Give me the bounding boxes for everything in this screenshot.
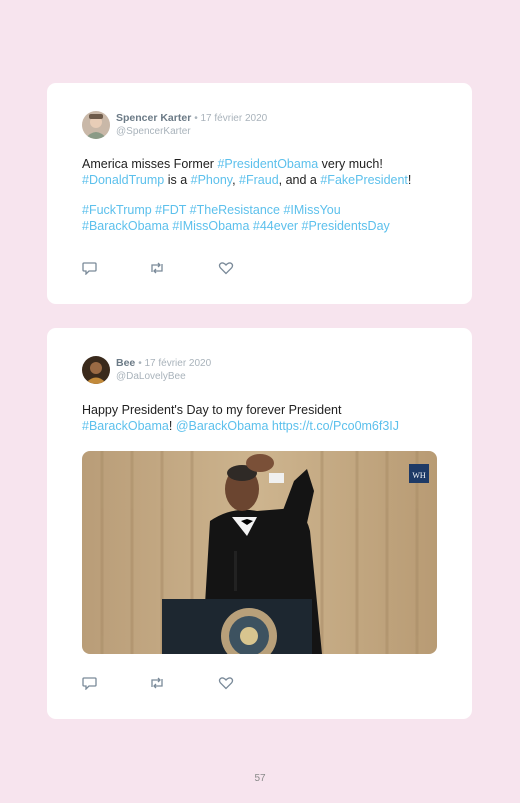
mention-link[interactable]: @BarackObama: [176, 419, 269, 433]
hashtag-line[interactable]: #FuckTrump #FDT #TheResistance #IMissYou: [82, 202, 452, 218]
tweet-header: Bee • 17 février 2020 @DaLovelyBee: [116, 357, 211, 383]
text-segment: , and a: [278, 173, 321, 187]
text-segment: America misses Former: [82, 157, 218, 171]
like-icon[interactable]: [218, 261, 234, 275]
text-line: #BarackObama! @BarackObama https://t.co/…: [82, 418, 452, 434]
text-segment: ,: [232, 173, 240, 187]
tweet-date[interactable]: • 17 février 2020: [194, 113, 267, 124]
avatar[interactable]: [82, 111, 110, 139]
tweet-card: Spencer Karter • 17 février 2020 @Spence…: [47, 83, 472, 304]
text-segment: !: [168, 419, 176, 433]
hashtag-link[interactable]: #FakePresident: [320, 173, 408, 187]
page-number: 57: [254, 773, 266, 784]
text-line: #DonaldTrump is a #Phony, #Fraud, and a …: [82, 172, 452, 188]
hashtag-link[interactable]: #PresidentObama: [217, 157, 318, 171]
like-icon[interactable]: [218, 676, 234, 690]
author-handle[interactable]: @DaLovelyBee: [116, 370, 211, 383]
retweet-icon[interactable]: [149, 261, 165, 275]
hashtag-link[interactable]: #Phony: [191, 173, 232, 187]
hashtag-link[interactable]: #Fraud: [239, 173, 279, 187]
text-segment: very much!: [318, 157, 383, 171]
tweet-media-gif[interactable]: WH: [82, 451, 437, 654]
media-badge: WH: [412, 471, 426, 480]
text-line: America misses Former #PresidentObama ve…: [82, 156, 452, 172]
author-name[interactable]: Bee: [116, 357, 135, 369]
reply-icon[interactable]: [82, 261, 98, 276]
author-handle[interactable]: @SpencerKarter: [116, 125, 267, 138]
tweet-actions: [82, 676, 242, 691]
tweet-actions: [82, 261, 242, 276]
url-link[interactable]: https://t.co/Pco0m6f3IJ: [272, 419, 399, 433]
hashtag-link[interactable]: #DonaldTrump: [82, 173, 164, 187]
hashtag-line[interactable]: #BarackObama #IMissObama #44ever #Presid…: [82, 218, 452, 234]
text-line: Happy President's Day to my forever Pres…: [82, 403, 342, 417]
hashtag-link[interactable]: #BarackObama: [82, 419, 169, 433]
text-segment: !: [407, 173, 412, 187]
tweet-text: America misses Former #PresidentObama ve…: [82, 156, 452, 234]
avatar[interactable]: [82, 356, 110, 384]
retweet-icon[interactable]: [149, 676, 165, 690]
tweet-card: Bee • 17 février 2020 @DaLovelyBee Happy…: [47, 328, 472, 719]
author-name[interactable]: Spencer Karter: [116, 112, 191, 124]
text-segment: is a: [164, 173, 191, 187]
tweet-date[interactable]: • 17 février 2020: [138, 358, 211, 369]
tweet-text: Happy President's Day to my forever Pres…: [82, 402, 452, 434]
reply-icon[interactable]: [82, 676, 98, 691]
tweet-header: Spencer Karter • 17 février 2020 @Spence…: [116, 112, 267, 138]
